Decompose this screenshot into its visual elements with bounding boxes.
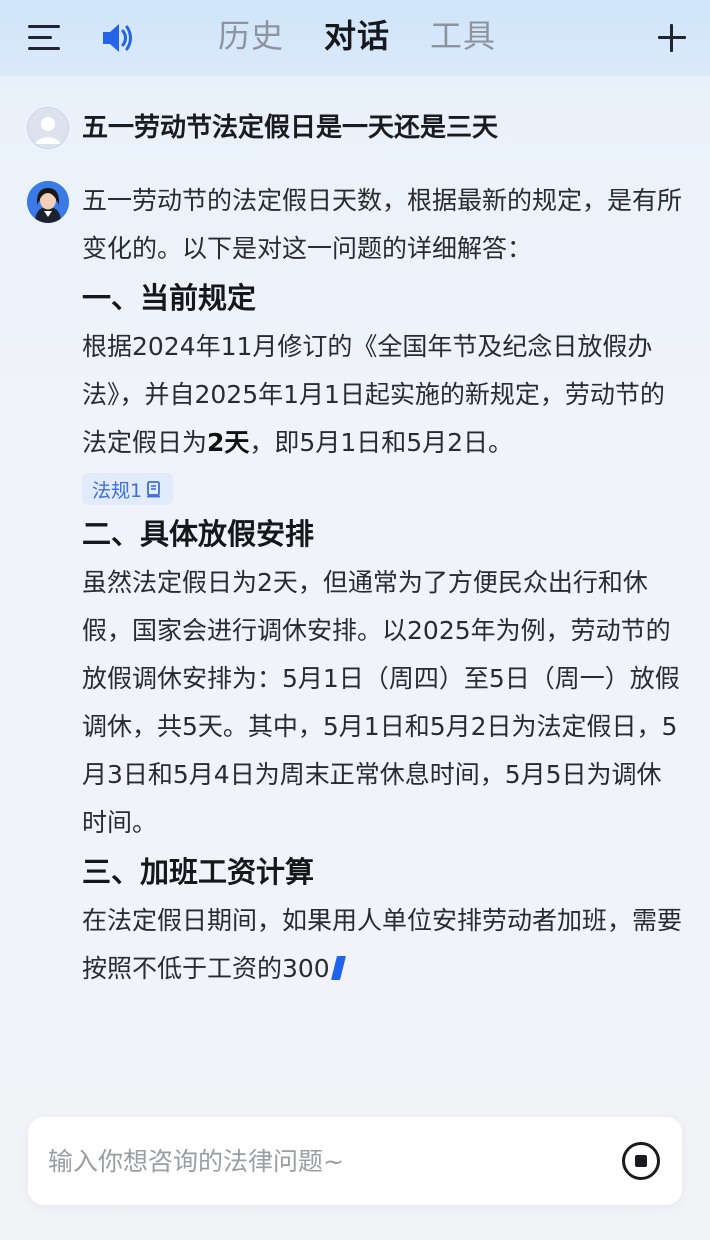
section3-text: 在法定假日期间，如果用人单位安排劳动者加班，需要按照不低于工资的300 [82,906,683,983]
book-icon [147,481,161,498]
typing-cursor [330,956,346,980]
user-question: 五一劳动节法定假日是一天还是三天 [82,113,499,143]
assistant-answer: 五一劳动节的法定假日天数，根据最新的规定，是有所变化的。以下是对这一问题的详细解… [82,177,682,993]
tab-tools[interactable]: 工具 [430,14,496,58]
section-heading-overtime-pay: 三、加班工资计算 [82,855,315,889]
section-text-current-rules: 根据2024年11月修订的《全国年节及纪念日放假办法》，并自2025年1月1日起… [82,323,682,467]
assistant-avatar [27,181,69,223]
stop-circle-icon[interactable] [622,1142,660,1180]
question-input[interactable] [48,1139,608,1183]
section1-text-after: ，即5月1日和5月2日。 [249,428,514,457]
section1-bold-days: 2天 [207,428,250,457]
section-heading-holiday-arrangement: 二、具体放假安排 [82,517,315,551]
section-text-holiday-arrangement: 虽然法定假日为2天，但通常为了方便民众出行和休假，国家会进行调休安排。以2025… [82,568,680,837]
section-text-overtime-pay: 在法定假日期间，如果用人单位安排劳动者加班，需要按照不低于工资的300 [82,897,682,993]
citation-label: 法规1 [92,479,143,502]
section-heading-current-rules: 一、当前规定 [82,281,257,315]
answer-intro: 五一劳动节的法定假日天数，根据最新的规定，是有所变化的。以下是对这一问题的详细解… [82,186,683,263]
tab-bar: 历史 对话 工具 [0,0,710,76]
user-avatar [27,107,69,149]
tab-chat[interactable]: 对话 [324,14,390,58]
tab-history[interactable]: 历史 [218,14,284,58]
citation-badge[interactable]: 法规1 [82,473,174,505]
plus-icon[interactable] [658,24,686,52]
top-bar: 历史 对话 工具 [0,0,710,76]
chat-input-box [28,1117,682,1205]
